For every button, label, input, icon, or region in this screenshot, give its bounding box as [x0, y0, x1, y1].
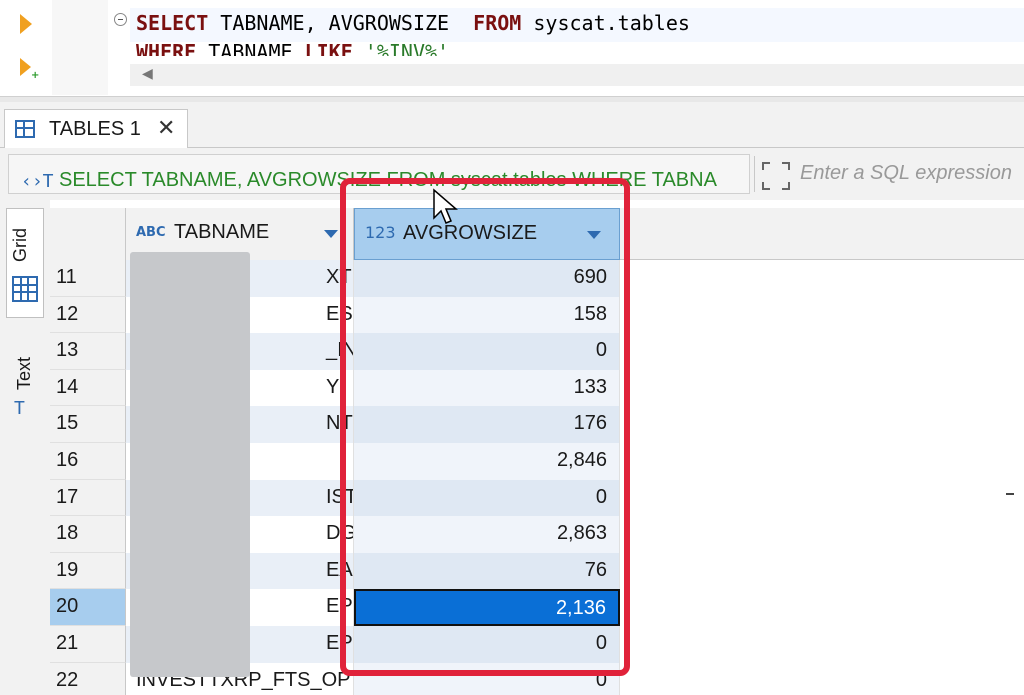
sql-string: '%INV%' — [352, 40, 450, 56]
row-number[interactable]: 17 — [50, 479, 126, 517]
sql-line-1[interactable]: SELECT TABNAME, AVGROWSIZE FROM syscat.t… — [136, 11, 690, 35]
expand-icon[interactable] — [762, 162, 790, 190]
grid-icon — [12, 276, 38, 302]
editor-horizontal-scrollbar[interactable] — [130, 64, 1024, 86]
results-tab-bar: TABLES 1 ✕ — [0, 102, 1024, 149]
row-number[interactable]: 20 — [50, 589, 126, 626]
execute-statement-icon[interactable] — [20, 14, 32, 34]
redaction-overlay — [130, 252, 250, 677]
sql-line-2[interactable]: WHERE TABNAME LIKE '%INV%' — [136, 40, 449, 56]
sql-text-icon: ‹›T — [21, 171, 54, 192]
sql-keyword: SELECT — [136, 11, 209, 35]
text-type-icon: ABC — [136, 225, 166, 240]
text-view-icon[interactable]: T — [14, 398, 25, 419]
dbeaver-window: + SELECT TABNAME, AVGROWSIZE FROM syscat… — [0, 0, 1024, 695]
sql-keyword: FROM — [473, 11, 522, 35]
tab-tables-1[interactable]: TABLES 1 ✕ — [4, 109, 188, 149]
row-number-header[interactable] — [50, 208, 126, 260]
row-number[interactable]: 16 — [50, 443, 126, 480]
row-number[interactable]: 21 — [50, 626, 126, 663]
row-number[interactable]: 19 — [50, 552, 126, 590]
mouse-cursor-icon — [433, 188, 458, 224]
sql-keyword: LIKE — [304, 40, 353, 56]
row-number[interactable]: 11 — [50, 260, 126, 297]
tab-label: TABLES 1 — [49, 118, 141, 140]
row-number[interactable]: 13 — [50, 333, 126, 370]
divider — [754, 156, 755, 192]
sql-table: syscat.tables — [521, 11, 690, 35]
row-number[interactable]: 12 — [50, 296, 126, 334]
fold-collapse-icon[interactable] — [114, 13, 127, 26]
text-caret — [1006, 493, 1014, 495]
sql-column: TABNAME — [196, 40, 305, 56]
text-tab-label[interactable]: Text — [14, 357, 35, 390]
table-icon — [15, 120, 35, 138]
row-number[interactable]: 15 — [50, 406, 126, 443]
annotation-highlight — [340, 178, 630, 676]
grid-tab-label: Grid — [10, 227, 30, 262]
editor-toolbar-gutter: + — [0, 0, 50, 100]
sql-columns: TABNAME, AVGROWSIZE — [208, 11, 474, 35]
sort-filter-icon[interactable] — [324, 230, 338, 238]
sql-keyword: WHERE — [136, 40, 197, 56]
column-label: TABNAME — [174, 221, 270, 243]
sql-expression-input[interactable]: Enter a SQL expression — [800, 162, 1012, 185]
new-tab-plus-icon: + — [31, 70, 40, 81]
line-number-gutter — [52, 0, 108, 95]
row-number[interactable]: 18 — [50, 516, 126, 553]
scroll-left-icon[interactable]: ◀ — [142, 66, 153, 82]
execute-in-new-tab-icon[interactable] — [20, 58, 31, 76]
row-number[interactable]: 14 — [50, 369, 126, 407]
close-icon[interactable]: ✕ — [157, 116, 175, 141]
sql-editor[interactable]: + SELECT TABNAME, AVGROWSIZE FROM syscat… — [0, 0, 1024, 100]
row-number[interactable]: 22 — [50, 662, 126, 695]
